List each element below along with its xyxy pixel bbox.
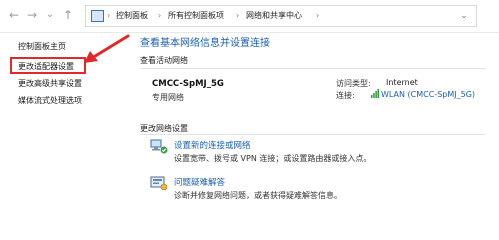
forward-arrow-icon[interactable]: → xyxy=(24,6,40,24)
sidebar-item-advanced-sharing[interactable]: 更改高级共享设置 xyxy=(18,78,82,90)
setup-new-connection-description: 设置宽带、拨号或 VPN 连接；或设置路由器或接入点。 xyxy=(174,154,372,163)
troubleshoot-problems-link[interactable]: 问题疑难解答 xyxy=(174,176,225,188)
breadcrumb-all-items[interactable]: 所有控制面板项 xyxy=(168,9,224,23)
connection-label: 连接: xyxy=(336,91,355,100)
access-type-label: 访问类型: xyxy=(336,79,371,88)
troubleshoot-problems-description: 诊断并修复网络问题，或者获得疑难解答信息。 xyxy=(174,191,342,200)
annotation-highlight-box xyxy=(10,57,86,74)
breadcrumb-network-center[interactable]: 网络和共享中心 xyxy=(246,9,302,23)
breadcrumb-separator[interactable]: › xyxy=(158,9,161,23)
wifi-signal-icon xyxy=(371,89,379,98)
address-toolbar: ← → ⌄ ↑ › 控制面板 › 所有控制面板项 › 网络和共享中心 › ⌄ xyxy=(0,0,499,33)
troubleshoot-icon xyxy=(150,176,168,191)
page-title: 查看基本网络信息并设置连接 xyxy=(140,38,270,49)
breadcrumb-separator[interactable]: › xyxy=(236,9,239,23)
address-history-chevron-icon[interactable]: ⌄ xyxy=(458,9,470,23)
annotation-arrow-icon xyxy=(84,34,130,63)
new-connection-icon xyxy=(150,139,168,154)
divider xyxy=(140,134,485,135)
breadcrumb-separator[interactable]: › xyxy=(316,9,319,23)
sidebar-item-media-streaming[interactable]: 媒体流式处理选项 xyxy=(18,95,82,107)
setup-new-connection-link[interactable]: 设置新的连接或网络 xyxy=(174,139,251,151)
network-name: CMCC-SpMJ_5G xyxy=(152,79,224,89)
access-type-value: Internet xyxy=(386,78,418,87)
address-bar[interactable]: › 控制面板 › 所有控制面板项 › 网络和共享中心 › ⌄ xyxy=(85,5,477,27)
active-networks-heading: 查看活动网络 xyxy=(140,56,188,65)
sidebar-item-control-panel-home[interactable]: 控制面板主页 xyxy=(18,41,66,53)
network-category: 专用网络 xyxy=(152,93,184,102)
recent-locations-chevron-icon[interactable]: ⌄ xyxy=(42,6,58,24)
change-settings-heading: 更改网络设置 xyxy=(140,124,188,133)
breadcrumb-separator: › xyxy=(107,11,111,20)
up-arrow-icon[interactable]: ↑ xyxy=(60,6,76,24)
breadcrumb-control-panel[interactable]: 控制面板 xyxy=(116,9,148,23)
divider xyxy=(140,68,485,69)
wlan-connection-link[interactable]: WLAN (CMCC-SpMJ_5G) xyxy=(381,90,475,99)
back-arrow-icon[interactable]: ← xyxy=(6,6,22,24)
control-panel-icon xyxy=(91,10,104,22)
